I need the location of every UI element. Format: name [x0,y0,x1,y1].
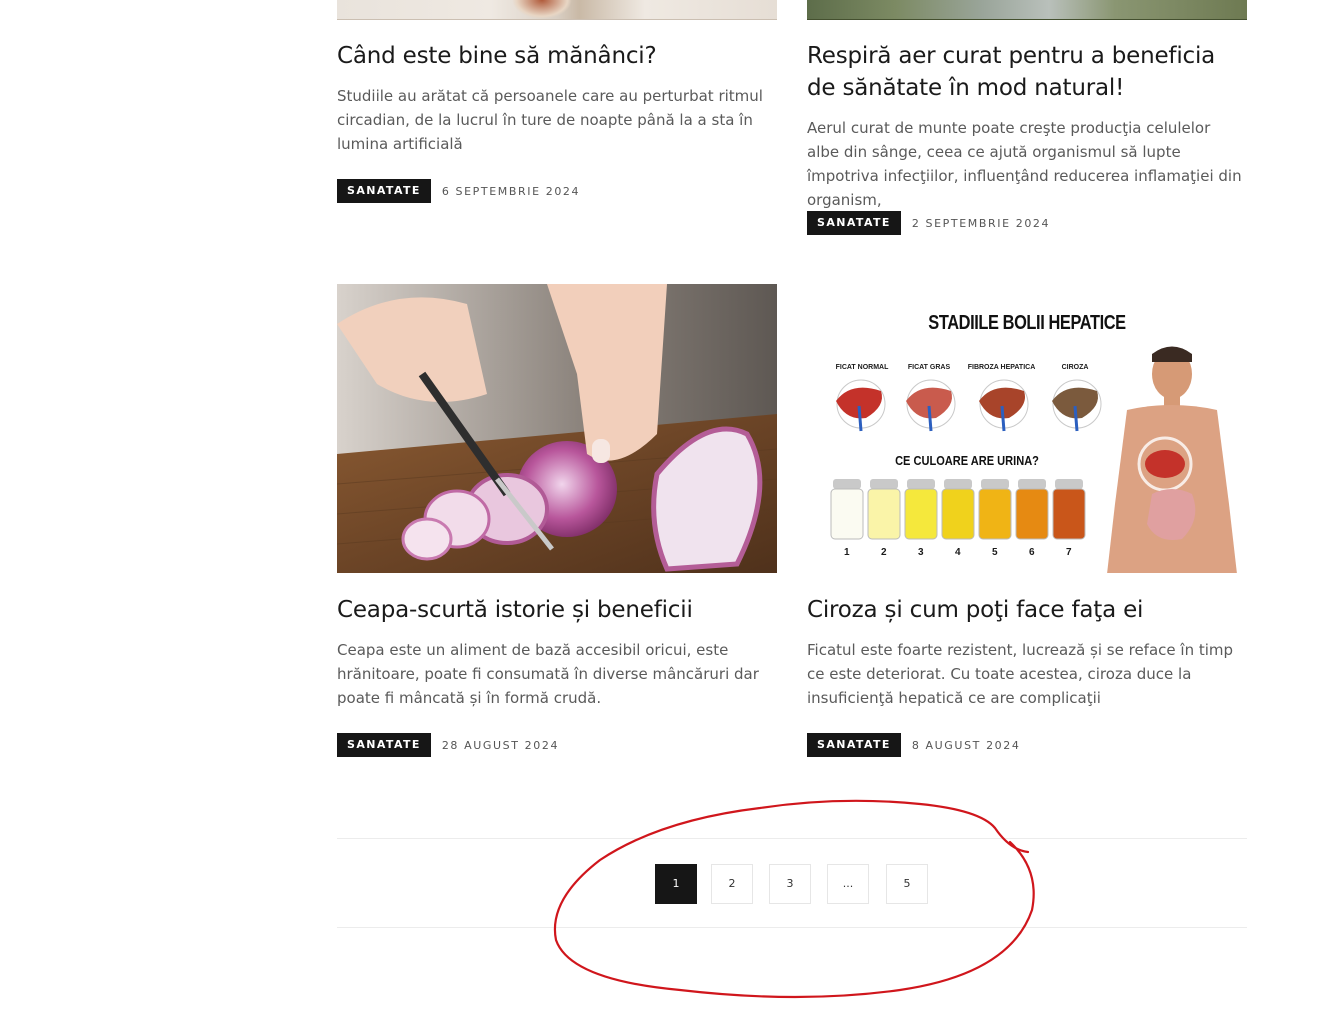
infographic-title: STADIILE BOLII HEPATICE [928,312,1126,334]
page-link-1[interactable]: 1 [655,864,697,904]
category-badge[interactable]: SANATATE [807,733,901,757]
post-excerpt: Aerul curat de munte poate creşte produc… [807,119,1242,209]
page-link-3[interactable]: 3 [769,864,811,904]
vial-number: 6 [1029,547,1035,558]
post-excerpt: Ceapa este un aliment de bază accesibil … [337,641,759,707]
post-title[interactable]: Respiră aer curat pentru a beneficia de … [807,40,1247,104]
post-image[interactable] [337,284,777,573]
post-image[interactable] [807,0,1247,20]
page-ellipsis: ... [827,864,869,904]
post-date: 28 AUGUST 2024 [441,738,560,752]
post-meta: SANATATE 6 SEPTEMBRIE 2024 [337,179,580,203]
vial-number: 2 [881,547,887,558]
onion-cutting-illustration [337,284,777,573]
category-badge[interactable]: SANATATE [807,211,901,235]
page-link-2[interactable]: 2 [711,864,753,904]
post-title[interactable]: Ceapa-scurtă istorie și beneficii [337,594,777,626]
post-excerpt: Studiile au arătat că persoanele care au… [337,87,763,153]
post-excerpt: Ficatul este foarte rezistent, lucrează … [807,641,1234,707]
post-title[interactable]: Ciroza și cum poţi face faţa ei [807,594,1247,626]
liver-fibrosis-icon [979,379,1029,432]
stage-label: FICAT GRAS [907,364,951,371]
category-badge[interactable]: SANATATE [337,179,431,203]
post-image[interactable]: STADIILE BOLII HEPATICE FICAT NORMAL FIC… [807,284,1247,573]
urine-vials [830,479,1086,540]
stage-label: FIBROZA HEPATICA [967,364,1036,371]
post-meta: SANATATE 2 SEPTEMBRIE 2024 [807,211,1050,235]
urine-title: CE CULOARE ARE URINA? [895,453,1039,468]
post-title[interactable]: Când este bine să mănânci? [337,40,777,72]
liver-icons [836,379,1102,432]
page-link-5[interactable]: 5 [886,864,928,904]
post-image[interactable] [337,0,777,20]
vial-numbers: 1 2 3 4 5 6 7 [827,547,1107,561]
post-date: 2 SEPTEMBRIE 2024 [911,216,1051,230]
vial-number: 7 [1066,547,1072,558]
liver-normal-icon [836,379,886,432]
liver-cirrhosis-icon [1052,379,1102,432]
post-meta: SANATATE 8 AUGUST 2024 [807,733,1020,757]
human-body-illustration [1107,346,1237,573]
liver-stages: FICAT NORMAL FICAT GRAS FIBROZA HEPATICA… [821,364,1121,434]
vial-number: 1 [844,547,850,558]
pagination-top-divider [337,838,1247,839]
post-date: 8 AUGUST 2024 [911,738,1021,752]
liver-fatty-icon [906,379,956,432]
vial-number: 4 [955,547,961,558]
pagination-bottom-divider [337,927,1247,928]
stage-label: FICAT NORMAL [835,364,889,371]
post-date: 6 SEPTEMBRIE 2024 [441,184,581,198]
vial-number: 3 [918,547,924,558]
vial-number: 5 [992,547,998,558]
post-meta: SANATATE 28 AUGUST 2024 [337,733,559,757]
category-badge[interactable]: SANATATE [337,733,431,757]
stage-label: CIROZA [1061,364,1089,371]
